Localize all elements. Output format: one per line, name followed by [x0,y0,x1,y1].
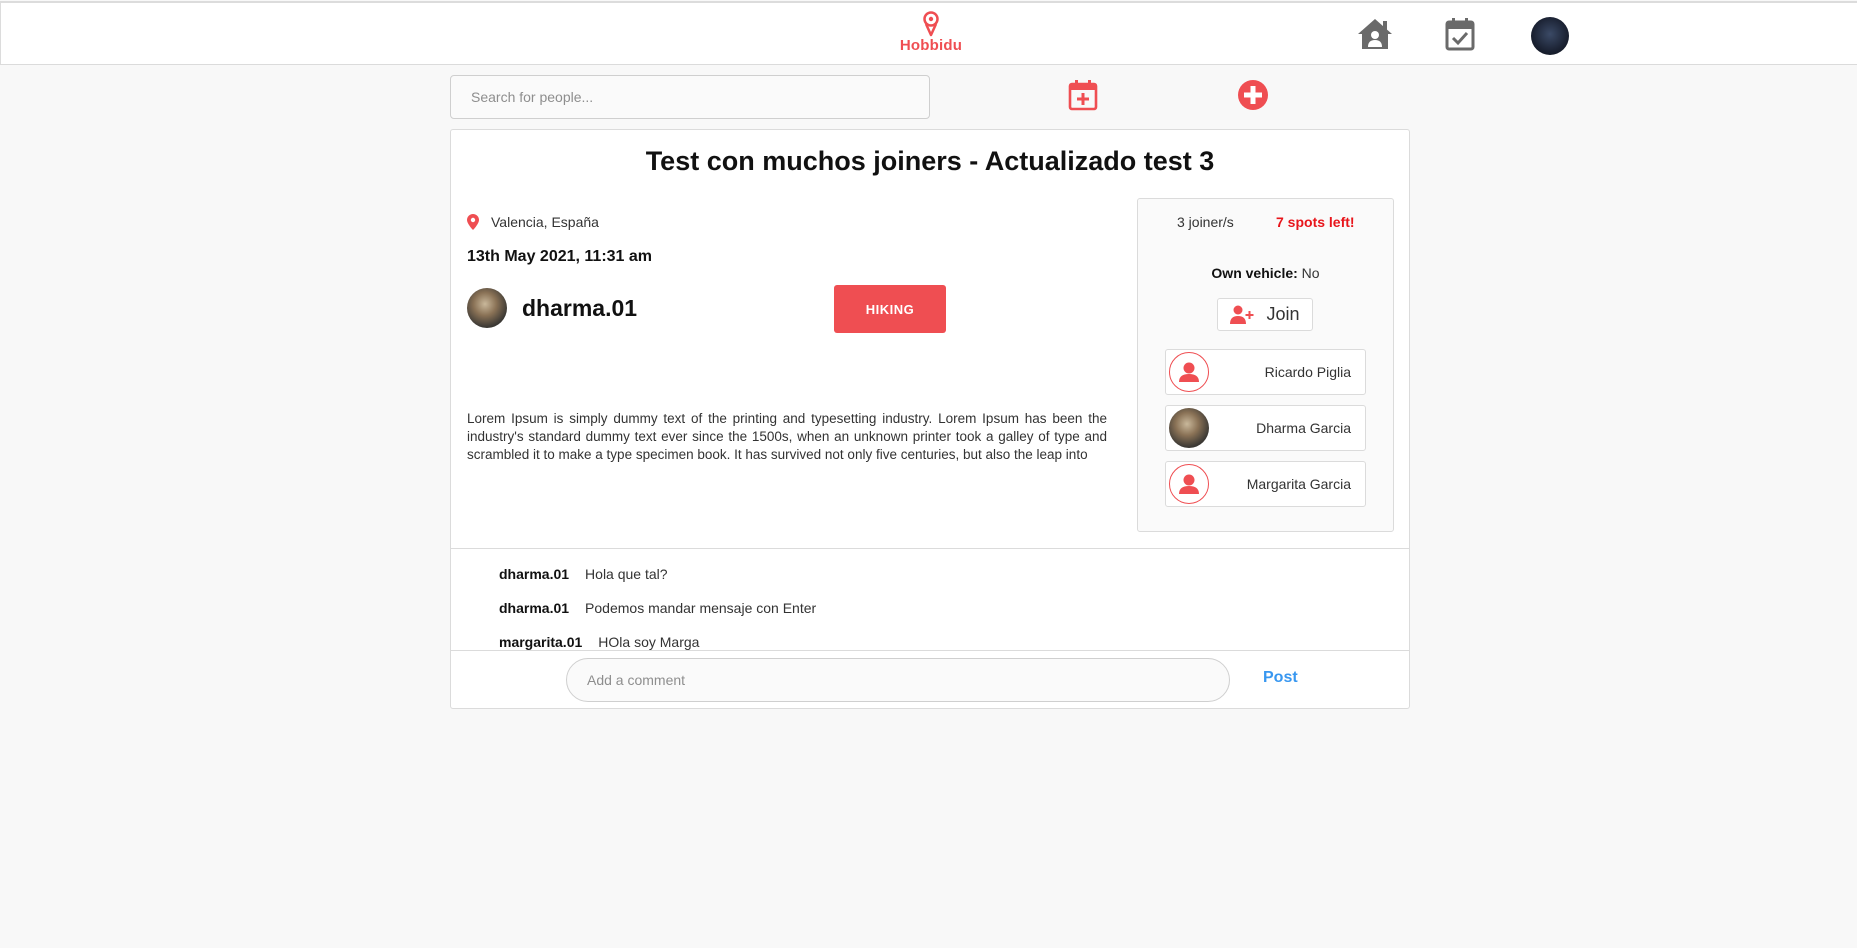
add-user-icon [1230,305,1254,324]
divider [451,650,1409,651]
calendar-plus-icon[interactable] [1068,79,1098,116]
comment-username[interactable]: margarita.01 [499,634,582,650]
calendar-check-icon[interactable] [1445,17,1475,56]
home-icon[interactable] [1356,17,1394,56]
comment-item: dharma.01 Hola que tal? [499,557,816,591]
app-logo[interactable]: Hobbidu [893,11,969,54]
joiners-list: Ricardo Piglia Dharma Garcia Margarita G… [1165,349,1366,517]
joiner-name: Margarita Garcia [1246,476,1351,492]
joiners-count: 3 joiner/s [1177,214,1234,230]
comment-item: dharma.01 Podemos mandar mensaje con Ent… [499,591,816,625]
joiner-item[interactable]: Margarita Garcia [1165,461,1366,507]
default-user-icon [1169,464,1209,504]
location-pin-icon [467,214,479,230]
logo-text: Hobbidu [899,37,963,54]
host-username[interactable]: dharma.01 [522,295,637,322]
comment-username[interactable]: dharma.01 [499,600,569,616]
own-vehicle: Own vehicle: No [1138,265,1393,281]
join-label: Join [1266,304,1300,324]
hobbidu-logo-icon [923,11,939,37]
joiner-item[interactable]: Ricardo Piglia [1165,349,1366,395]
event-host[interactable]: dharma.01 [467,288,637,328]
joiner-avatar [1169,408,1209,448]
add-event-icon[interactable] [1237,79,1269,116]
comment-text: HOla soy Marga [598,634,700,650]
joiner-name: Dharma Garcia [1256,420,1351,436]
event-description: Lorem Ipsum is simply dummy text of the … [467,411,1107,462]
joiner-item[interactable]: Dharma Garcia [1165,405,1366,451]
top-navbar: Hobbidu [0,1,1857,65]
post-comment-button[interactable]: Post [1263,669,1298,687]
comments-list: dharma.01 Hola que tal? dharma.01 Podemo… [499,557,816,659]
category-tag-button[interactable]: HIKING [834,285,946,333]
comment-item: margarita.01 HOla soy Marga [499,625,816,659]
join-button[interactable]: Join [1217,298,1313,331]
event-title: Test con muchos joiners - Actualizado te… [645,146,1215,176]
default-user-icon [1169,352,1209,392]
event-date: 13th May 2021, 11:31 am [467,248,653,265]
comment-text: Hola que tal? [585,566,668,582]
comment-input[interactable] [566,658,1230,702]
location-text: Valencia, España [491,214,599,230]
event-location: Valencia, España [467,214,599,230]
joiners-panel: 3 joiner/s 7 spots left! Own vehicle: No… [1137,198,1394,532]
event-card: Test con muchos joiners - Actualizado te… [450,129,1410,709]
host-avatar[interactable] [467,288,507,328]
comment-username[interactable]: dharma.01 [499,566,569,582]
comment-text: Podemos mandar mensaje con Enter [585,600,817,616]
divider [451,548,1409,549]
profile-avatar[interactable] [1531,17,1569,55]
search-input[interactable] [450,75,930,119]
joiner-name: Ricardo Piglia [1264,364,1351,380]
spots-left: 7 spots left! [1276,214,1355,230]
own-vehicle-label: Own vehicle: [1211,265,1298,281]
own-vehicle-value: No [1297,265,1320,281]
